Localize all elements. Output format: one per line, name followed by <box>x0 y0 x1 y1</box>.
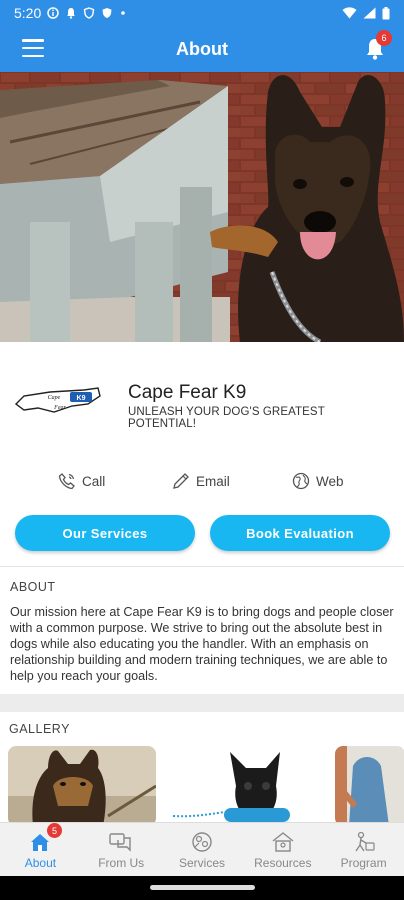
section-separator <box>0 694 404 712</box>
menu-icon[interactable] <box>22 39 44 57</box>
services-icon <box>192 832 212 852</box>
nav-program[interactable]: Program <box>323 823 404 876</box>
pen-icon <box>173 473 189 489</box>
phone-icon <box>58 473 75 490</box>
nav-from-us-label: From Us <box>98 856 145 870</box>
app-bar: About 6 <box>0 26 404 72</box>
book-evaluation-button[interactable]: Book Evaluation <box>210 515 390 551</box>
shield-icon <box>83 7 95 19</box>
nav-resources-label: Resources <box>254 856 312 870</box>
page-title: About <box>176 38 228 59</box>
cape-fear-k9-logo: K9 Cape Fear <box>14 382 102 418</box>
home-gesture-bar[interactable] <box>150 885 255 890</box>
call-label: Call <box>82 473 106 489</box>
nav-services-label: Services <box>178 856 225 870</box>
shield-filled-icon <box>102 8 112 18</box>
hero-dog-photo <box>0 72 404 342</box>
web-link[interactable]: Web <box>292 472 344 490</box>
nav-about-badge: 5 <box>47 823 62 838</box>
svg-text:Fear: Fear <box>53 405 66 411</box>
battery-icon <box>382 6 390 19</box>
globe-icon <box>292 472 310 490</box>
svg-text:Cape: Cape <box>48 395 61 401</box>
nav-services[interactable]: Services <box>162 823 243 876</box>
info-icon <box>47 7 59 19</box>
business-name: Cape Fear K9 <box>128 382 247 403</box>
divider <box>0 566 404 567</box>
program-icon <box>354 831 375 852</box>
gallery-photo-trainer[interactable] <box>335 746 404 822</box>
system-navigation-bar <box>0 876 404 900</box>
dot-icon <box>121 11 126 15</box>
nav-about[interactable]: 5 About <box>0 823 81 876</box>
notifications-button[interactable]: 6 <box>362 30 392 62</box>
business-tagline: UNLEASH YOUR DOG'S GREATEST POTENTIAL! <box>128 406 325 430</box>
gallery-photo-shepherd[interactable] <box>8 746 156 822</box>
svg-text:K9: K9 <box>77 395 86 402</box>
nav-program-label: Program <box>340 856 387 870</box>
web-label: Web <box>316 473 344 489</box>
gallery-photo-frenchie[interactable] <box>168 746 326 822</box>
bell-status-icon <box>67 8 76 19</box>
chat-icon <box>109 833 131 852</box>
email-label: Email <box>196 473 230 489</box>
about-content: K9 Cape Fear Cape Fear K9 UNLEASH YOUR D… <box>0 342 404 822</box>
nav-from-us[interactable]: From Us <box>81 823 162 876</box>
resources-icon <box>272 832 294 852</box>
contact-actions: Call Email Web <box>0 472 404 494</box>
about-heading: ABOUT <box>10 580 56 594</box>
nav-resources[interactable]: Resources <box>242 823 323 876</box>
nav-about-label: About <box>24 856 57 870</box>
status-bar: 5:20 <box>0 0 404 26</box>
about-text: Our mission here at Cape Fear K9 is to b… <box>10 605 394 683</box>
status-time: 5:20 <box>14 5 42 21</box>
gallery-heading: GALLERY <box>9 722 70 736</box>
gallery-strip <box>8 746 404 822</box>
email-link[interactable]: Email <box>172 472 230 490</box>
signal-icon <box>363 7 376 19</box>
status-notification-icons <box>47 7 127 19</box>
bottom-navigation: 5 About From Us Services Resources Progr… <box>0 822 404 876</box>
our-services-button[interactable]: Our Services <box>15 515 195 551</box>
brand-header: K9 Cape Fear Cape Fear K9 UNLEASH YOUR D… <box>14 380 394 430</box>
status-system-icons <box>342 6 390 20</box>
notification-badge: 6 <box>376 30 392 46</box>
wifi-icon <box>342 7 357 19</box>
call-link[interactable]: Call <box>58 472 105 490</box>
